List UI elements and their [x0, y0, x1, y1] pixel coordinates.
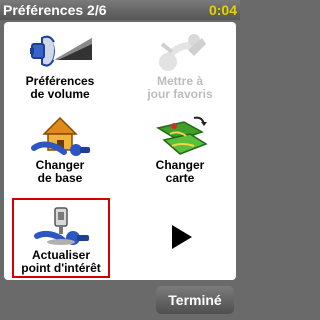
change-map-icon — [156, 116, 208, 155]
change-base-label: Changer de base — [35, 158, 85, 185]
change-base-button[interactable]: Changer de base — [12, 112, 108, 188]
update-favorites-label: Mettre à jour favoris — [147, 74, 213, 101]
menu-panel: Préférences de volume Mettre à jour favo… — [4, 22, 236, 280]
poi-update-icon — [34, 207, 89, 245]
volume-preferences-button[interactable]: Préférences de volume — [12, 28, 108, 104]
favorites-update-icon — [159, 34, 206, 71]
page-title: Préférences 2/6 — [3, 2, 107, 18]
update-favorites-button[interactable]: Mettre à jour favoris — [132, 28, 228, 104]
right-arrow-icon[interactable] — [166, 222, 196, 252]
update-poi-button[interactable]: Actualiser point d'intérêt — [12, 198, 110, 278]
change-map-button[interactable]: Changer carte — [132, 112, 228, 188]
volume-preferences-label: Préférences de volume — [25, 74, 95, 101]
home-base-icon — [31, 116, 90, 156]
change-map-label: Changer carte — [155, 158, 205, 185]
done-button[interactable]: Terminé — [156, 286, 234, 314]
title-bar: Préférences 2/6 0:04 — [0, 0, 240, 20]
update-poi-label: Actualiser point d'intérêt — [21, 248, 101, 275]
volume-speaker-icon — [30, 35, 92, 67]
clock: 0:04 — [208, 2, 237, 18]
